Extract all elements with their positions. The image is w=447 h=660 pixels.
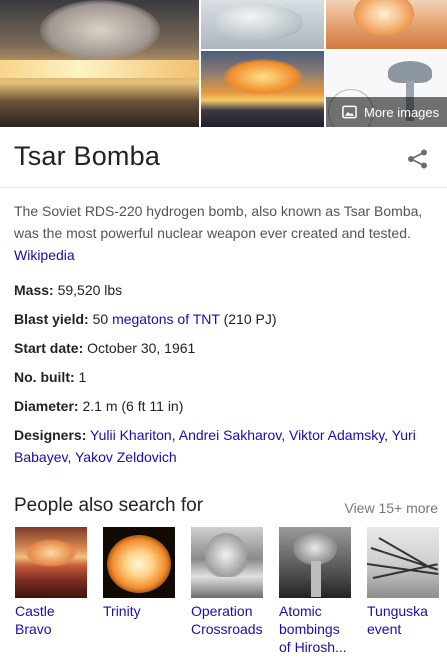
fact-blast-yield: Blast yield: 50 megatons of TNT (210 PJ) bbox=[14, 308, 434, 330]
view-more-link[interactable]: View 15+ more bbox=[344, 500, 438, 516]
fact-label: No. built: bbox=[14, 369, 75, 385]
wikipedia-link[interactable]: Wikipedia bbox=[14, 244, 429, 266]
related-thumbnail bbox=[279, 527, 351, 598]
fact-value: 1 bbox=[78, 369, 87, 385]
fact-label: Diameter: bbox=[14, 398, 79, 414]
gallery-image-fireball[interactable] bbox=[326, 0, 447, 49]
designer-link[interactable]: Viktor Adamsky bbox=[289, 427, 384, 443]
fact-value: 59,520 lbs bbox=[57, 282, 123, 298]
related-card-operation-crossroads[interactable]: Operation Crossroads bbox=[191, 527, 263, 638]
related-label: Trinity bbox=[103, 603, 141, 619]
page-title: Tsar Bomba bbox=[14, 141, 161, 171]
related-label: Castle Bravo bbox=[15, 603, 55, 637]
related-label: Atomic bombings of Hirosh... bbox=[279, 603, 347, 655]
image-gallery: More images bbox=[0, 0, 447, 127]
related-card-atomic-bombings[interactable]: Atomic bombings of Hirosh... bbox=[279, 527, 351, 656]
people-also-search-heading: People also search for bbox=[14, 495, 204, 516]
image-gallery-icon bbox=[342, 105, 357, 119]
fact-value: October 30, 1961 bbox=[87, 340, 196, 356]
more-images-button[interactable]: More images bbox=[326, 97, 447, 127]
related-thumbnail bbox=[191, 527, 263, 598]
related-thumbnail bbox=[15, 527, 87, 598]
related-label: Operation Crossroads bbox=[191, 603, 263, 637]
gallery-image-explosion-sunset[interactable] bbox=[0, 0, 199, 127]
gallery-image-bomb-casing[interactable] bbox=[201, 0, 324, 49]
related-card-tunguska-event[interactable]: Tunguska event bbox=[367, 527, 439, 638]
fact-value: 50 bbox=[92, 311, 109, 327]
gallery-image-mushroom-cloud[interactable] bbox=[201, 51, 324, 127]
designer-link[interactable]: Yulii Khariton bbox=[90, 427, 172, 443]
designer-link[interactable]: Andrei Sakharov bbox=[179, 427, 281, 443]
fact-value-suffix: (210 PJ) bbox=[223, 311, 277, 327]
related-thumbnail bbox=[103, 527, 175, 598]
fact-diameter: Diameter: 2.1 m (6 ft 11 in) bbox=[14, 395, 434, 417]
related-label: Tunguska event bbox=[367, 603, 428, 637]
share-icon[interactable] bbox=[407, 149, 429, 169]
fact-mass: Mass: 59,520 lbs bbox=[14, 279, 434, 301]
description-text: The Soviet RDS-220 hydrogen bomb, also k… bbox=[14, 203, 423, 241]
megatons-link[interactable]: megatons of TNT bbox=[112, 311, 220, 327]
related-card-castle-bravo[interactable]: Castle Bravo bbox=[15, 527, 87, 638]
description: The Soviet RDS-220 hydrogen bomb, also k… bbox=[14, 200, 429, 266]
fact-designers: Designers: Yulii Khariton, Andrei Sakhar… bbox=[14, 427, 416, 465]
fact-label: Blast yield: bbox=[14, 311, 89, 327]
fact-label: Mass: bbox=[14, 282, 54, 298]
related-thumbnail bbox=[367, 527, 439, 598]
fact-value: 2.1 m (6 ft 11 in) bbox=[82, 398, 184, 414]
fact-no-built: No. built: 1 bbox=[14, 366, 434, 388]
fact-start-date: Start date: October 30, 1961 bbox=[14, 337, 434, 359]
fact-label: Designers: bbox=[14, 427, 87, 443]
related-card-trinity[interactable]: Trinity bbox=[103, 527, 175, 620]
more-images-label: More images bbox=[364, 104, 440, 120]
fact-label: Start date: bbox=[14, 340, 84, 356]
facts-list: Mass: 59,520 lbs Blast yield: 50 megaton… bbox=[14, 279, 434, 475]
designer-link[interactable]: Yakov Zeldovich bbox=[75, 449, 177, 465]
